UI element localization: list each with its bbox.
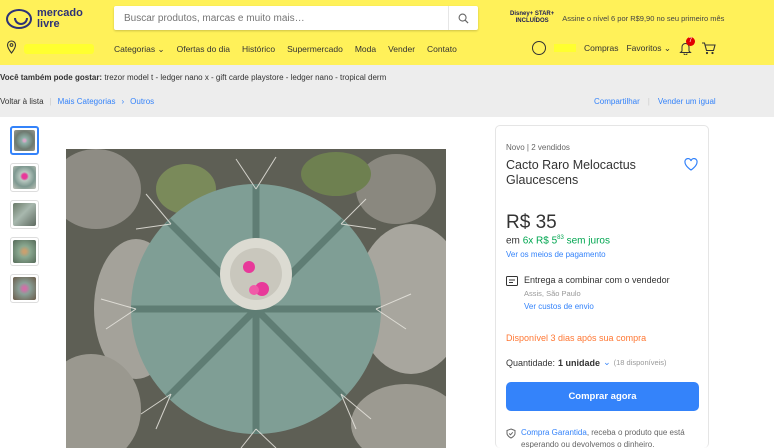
nav-vender[interactable]: Vender bbox=[388, 44, 415, 55]
logo-line2: livre bbox=[37, 18, 60, 30]
chevron-down-icon: ⌄ bbox=[157, 44, 165, 54]
notifications-button[interactable]: 7 bbox=[679, 37, 695, 56]
promo-text: Assine o nível 6 por R$9,90 no seu prime… bbox=[562, 13, 725, 23]
thumbnail-4[interactable] bbox=[10, 237, 39, 266]
notification-badge: 7 bbox=[685, 37, 695, 46]
user-menu: Compras Favoritos ⌄ 7 bbox=[532, 37, 716, 56]
guarantee-text: Compra Garantida, receba o produto que e… bbox=[521, 428, 685, 448]
related-searches-label: Você também pode gostar: bbox=[0, 73, 103, 82]
divider: | bbox=[49, 97, 52, 106]
search-input[interactable] bbox=[124, 12, 454, 24]
delivery-info: Entrega a combinar com o vendedor bbox=[524, 275, 670, 285]
disney-star-logo: Disney+ STAR+ INCLUÍDOS bbox=[510, 11, 555, 24]
nav-ofertas[interactable]: Ofertas do dia bbox=[177, 44, 230, 55]
main-nav: Categorias ⌄ Ofertas do dia Histórico Su… bbox=[114, 44, 457, 55]
breadcrumb-category[interactable]: Mais Categorias bbox=[58, 97, 116, 106]
nav-contato[interactable]: Contato bbox=[427, 44, 457, 55]
username-redacted[interactable] bbox=[554, 44, 576, 52]
search-bar bbox=[114, 6, 478, 30]
payment-methods-link[interactable]: Ver os meios de pagamento bbox=[506, 250, 606, 259]
guarantee-link[interactable]: Compra Garantida bbox=[521, 428, 587, 437]
shipping-costs-link[interactable]: Ver custos de envio bbox=[524, 302, 594, 311]
search-icon bbox=[458, 13, 469, 24]
installments: em 6x R$ 583 sem juros bbox=[506, 235, 610, 247]
thumbnail-2[interactable] bbox=[10, 163, 39, 192]
address-redacted[interactable] bbox=[24, 44, 94, 54]
buy-box: Novo | 2 vendidos Cacto Raro Melocactus … bbox=[495, 125, 709, 448]
condition-sold: Novo | 2 vendidos bbox=[506, 143, 570, 152]
product-title: Cacto Raro Melocactus Glaucescens bbox=[506, 158, 636, 187]
back-to-list-link[interactable]: Voltar à lista bbox=[0, 97, 44, 106]
heart-icon[interactable] bbox=[684, 158, 698, 171]
product-photo[interactable] bbox=[66, 149, 446, 448]
nav-historico[interactable]: Histórico bbox=[242, 44, 275, 55]
chevron-right-icon: › bbox=[121, 97, 125, 106]
breadcrumb-subcategory[interactable]: Outros bbox=[130, 97, 154, 106]
purchases-link[interactable]: Compras bbox=[584, 43, 618, 53]
share-links: Compartilhar | Vender um igual bbox=[594, 97, 716, 106]
location-pin-icon[interactable] bbox=[6, 40, 17, 54]
stock-status: Disponível 3 dias após sua compra bbox=[506, 333, 647, 343]
nav-moda[interactable]: Moda bbox=[355, 44, 376, 55]
thumbnail-5[interactable] bbox=[10, 274, 39, 303]
share-link[interactable]: Compartilhar bbox=[594, 97, 640, 106]
nav-categorias[interactable]: Categorias ⌄ bbox=[114, 44, 165, 55]
cactus-photo-image bbox=[66, 149, 446, 448]
delivery-icon bbox=[506, 276, 518, 286]
nav-supermercado[interactable]: Supermercado bbox=[287, 44, 343, 55]
shield-check-icon bbox=[506, 428, 516, 439]
chevron-down-icon: ⌄ bbox=[663, 42, 671, 53]
thumbnail-gallery bbox=[10, 126, 39, 303]
search-button[interactable] bbox=[448, 6, 478, 30]
sell-same-link[interactable]: Vender um igual bbox=[658, 97, 716, 106]
cart-icon[interactable] bbox=[701, 41, 716, 55]
handshake-logo-icon bbox=[6, 9, 32, 29]
seller-city: Assis, São Paulo bbox=[524, 289, 581, 298]
buy-now-button[interactable]: Comprar agora bbox=[506, 382, 699, 411]
related-searches: Você também pode gostar: trezor model t … bbox=[0, 73, 386, 82]
mercado-livre-logo[interactable]: mercado livre bbox=[6, 6, 124, 32]
product-card: Novo | 2 vendidos Cacto Raro Melocactus … bbox=[0, 117, 774, 448]
price: R$ 35 bbox=[506, 212, 557, 233]
avatar[interactable] bbox=[532, 41, 546, 55]
chevron-down-icon: ⌄ bbox=[603, 357, 611, 367]
divider: | bbox=[647, 97, 650, 106]
thumbnail-3[interactable] bbox=[10, 200, 39, 229]
quantity-selector[interactable]: Quantidade: 1 unidade ⌄ (18 disponíveis) bbox=[506, 357, 667, 368]
thumbnail-1[interactable] bbox=[10, 126, 39, 155]
related-searches-items[interactable]: trezor model t - ledger nano x - gift ca… bbox=[104, 73, 386, 82]
favorites-link[interactable]: Favoritos ⌄ bbox=[626, 43, 670, 54]
promo-banner[interactable]: Disney+ STAR+ INCLUÍDOS Assine o nível 6… bbox=[510, 11, 724, 25]
breadcrumb: Voltar à lista | Mais Categorias › Outro… bbox=[0, 97, 154, 106]
header: mercado livre Disney+ STAR+ INCLUÍDOS As… bbox=[0, 0, 774, 65]
